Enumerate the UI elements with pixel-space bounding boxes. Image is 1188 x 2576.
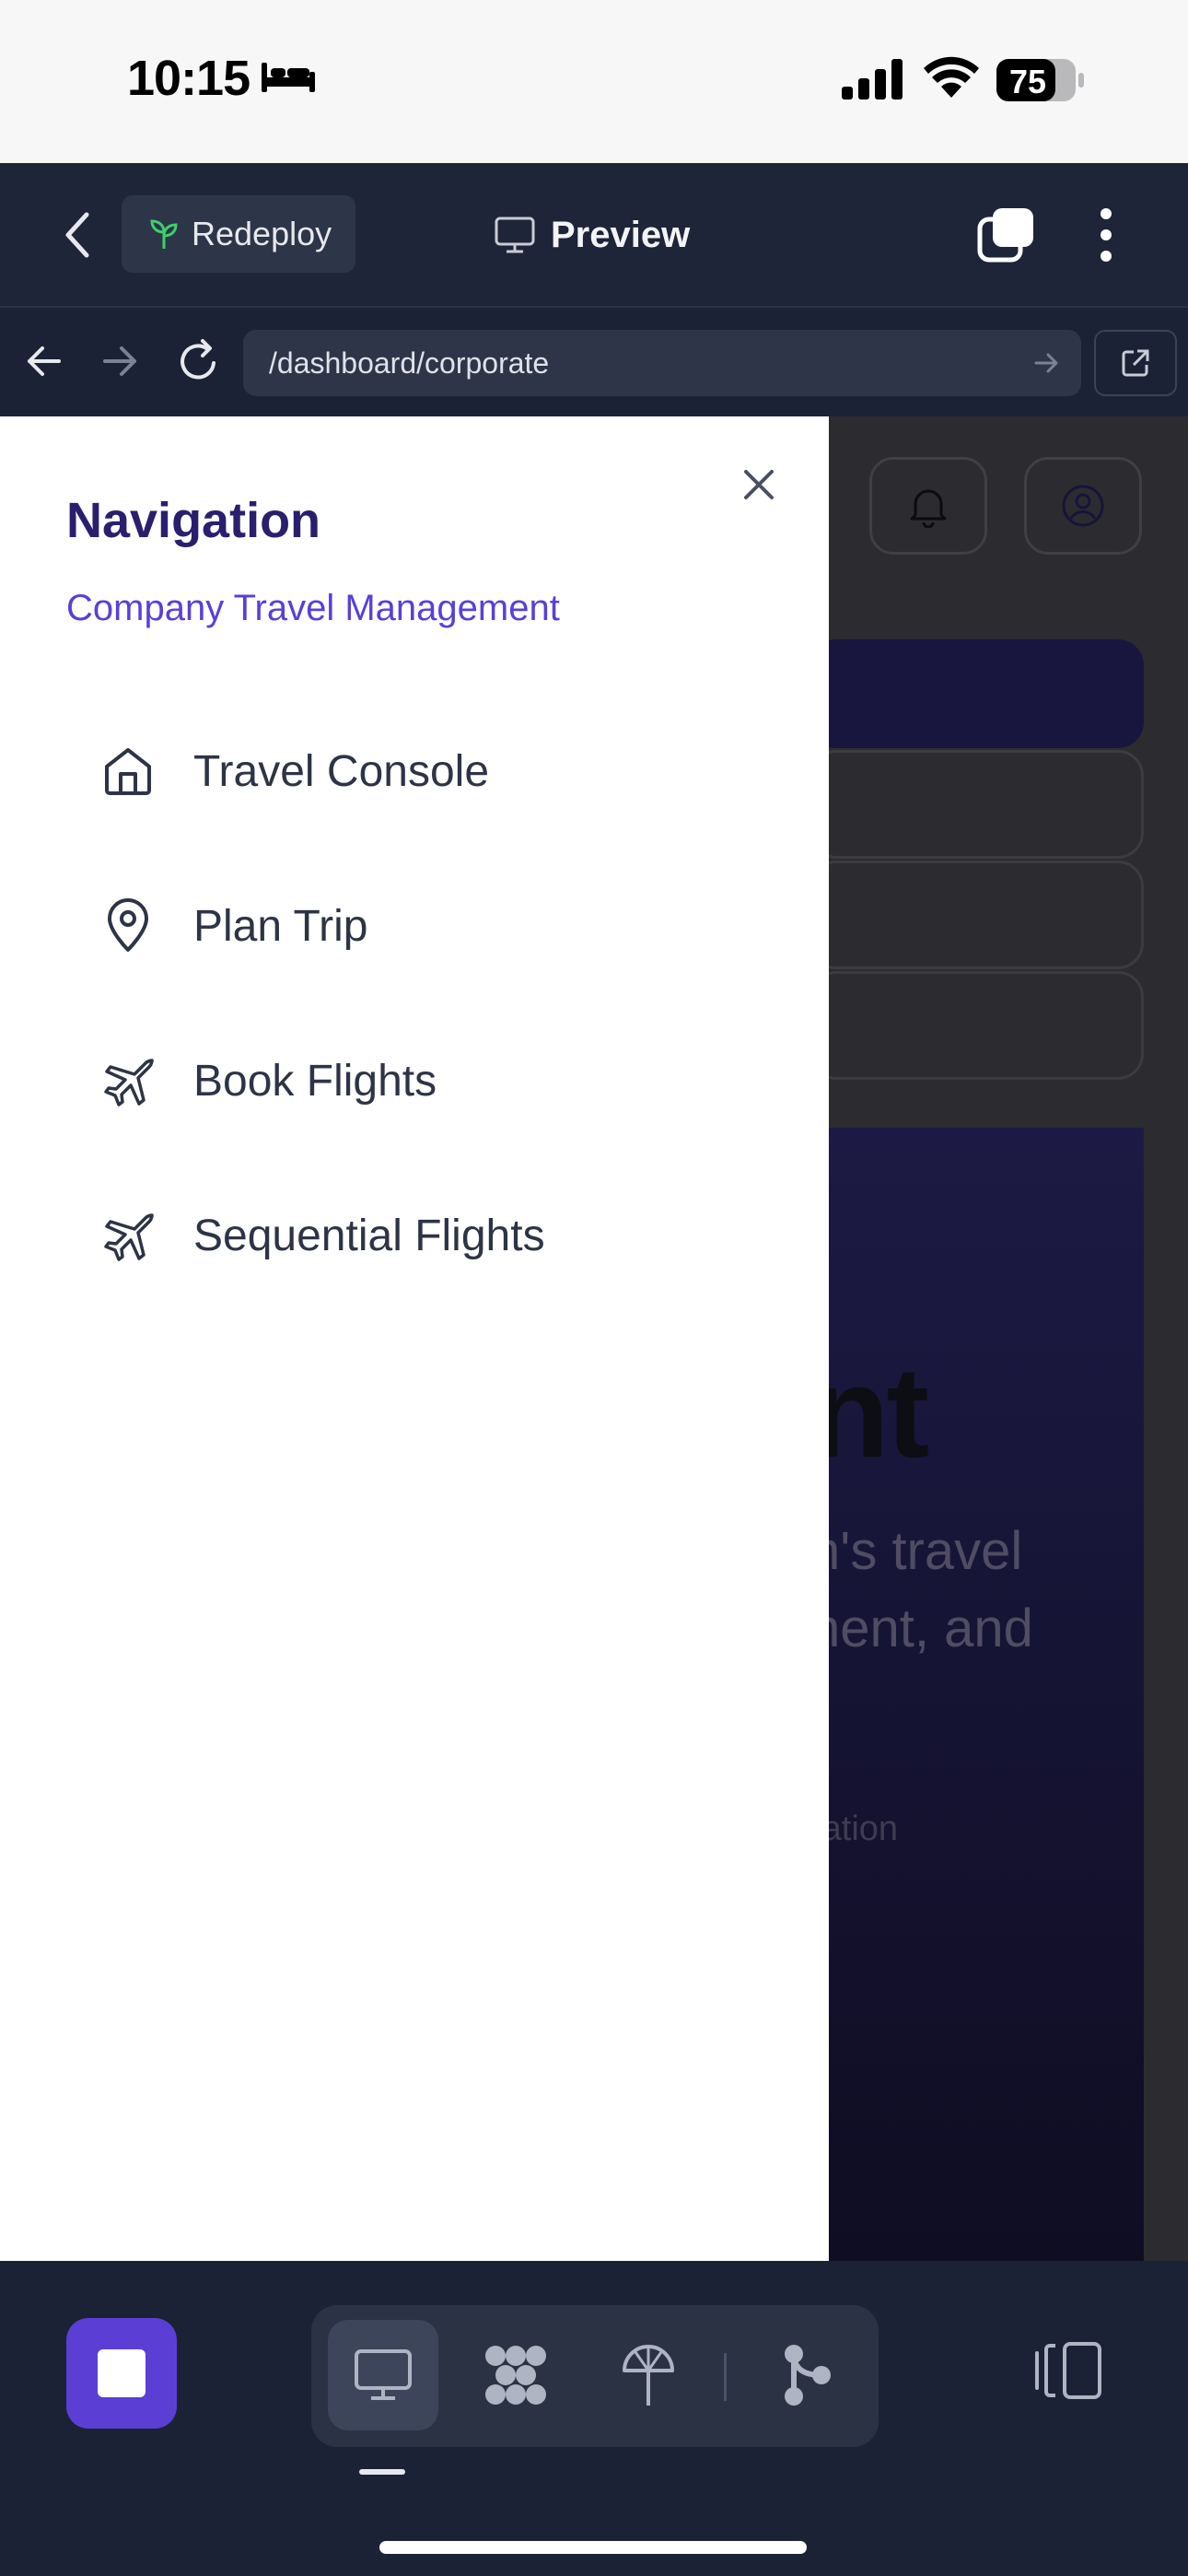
view-switcher [311,2305,879,2447]
bed-icon [262,63,315,92]
branch-icon [785,2345,831,2406]
app-toolbar: Redeploy Preview [0,163,1188,306]
sprout-icon [623,2345,674,2406]
close-icon[interactable] [737,463,781,507]
desktop-view-button[interactable] [328,2320,438,2430]
nav-item-label: Plan Trip [193,901,368,951]
bg-hero-section [810,1128,1144,2261]
map-pin-icon [99,897,157,954]
bg-list-item [810,971,1144,1080]
url-input[interactable]: /dashboard/corporate [243,330,1081,396]
deploy-button[interactable] [593,2320,704,2430]
bg-notification-button [869,457,987,555]
cellular-signal-icon [842,59,903,100]
active-view-indicator [359,2469,405,2475]
bg-profile-button [1024,457,1142,555]
drawer-title: Navigation [66,493,321,548]
nav-item-plan-trip[interactable]: Plan Trip [66,866,785,986]
battery-icon: 75 [996,59,1085,101]
branch-button[interactable] [751,2320,862,2430]
monitor-icon [355,2349,412,2400]
status-time: 10:15 [127,51,250,106]
nav-item-sequential-flights[interactable]: Sequential Flights [66,1176,785,1295]
bg-hero-text-line: nent, and [810,1598,1033,1658]
nav-item-label: Sequential Flights [193,1211,545,1260]
user-circle-icon [1062,485,1104,527]
url-text: /dashboard/corporate [269,345,550,380]
nav-item-book-flights[interactable]: Book Flights [66,1021,785,1141]
redeploy-label: Redeploy [192,215,332,252]
arrow-left-icon[interactable] [22,339,66,383]
more-vertical-icon[interactable] [1092,206,1120,263]
preview-label: Preview [551,214,691,255]
stop-icon [98,2349,146,2397]
bell-icon [910,489,947,528]
nav-item-label: Book Flights [193,1056,437,1106]
bg-list-item [810,861,1144,969]
bg-list-item [810,750,1144,859]
status-bar: 10:15 75 [0,0,1188,163]
plane-icon [99,1207,157,1264]
browser-bar: /dashboard/corporate [0,306,1188,416]
bg-hero-text-line: n's travel [810,1521,1023,1581]
bottom-dock [0,2261,1188,2576]
grid-blobs-icon [485,2346,546,2405]
dock-divider [724,2353,727,2401]
components-button[interactable] [460,2320,571,2430]
drawer-subtitle: Company Travel Management [66,588,560,628]
nav-item-travel-console[interactable]: Travel Console [66,711,785,831]
preview-title: Preview [494,207,690,263]
wifi-icon [924,56,979,98]
reload-icon[interactable] [175,335,223,387]
external-link-icon [1122,349,1149,377]
open-external-button[interactable] [1094,330,1177,396]
tabs-icon[interactable] [976,206,1035,263]
nav-item-label: Travel Console [193,746,490,796]
arrow-right-icon[interactable] [98,339,142,383]
chevron-left-icon[interactable] [55,209,101,261]
monitor-icon [495,217,535,253]
bg-hero-text: n's travel nent, and [810,1513,1179,1668]
stop-button[interactable] [66,2318,177,2429]
bg-primary-block [810,639,1144,748]
sprout-icon [150,219,178,249]
home-icon [99,743,157,800]
navigation-drawer: Navigation Company Travel Management Tra… [0,416,829,2261]
plane-icon [99,1052,157,1109]
side-panel-icon[interactable] [1031,2338,1105,2403]
home-indicator [379,2541,807,2554]
redeploy-button[interactable]: Redeploy [122,195,355,273]
arrow-go-icon[interactable] [1031,348,1061,378]
battery-level: 75 [1009,63,1047,100]
